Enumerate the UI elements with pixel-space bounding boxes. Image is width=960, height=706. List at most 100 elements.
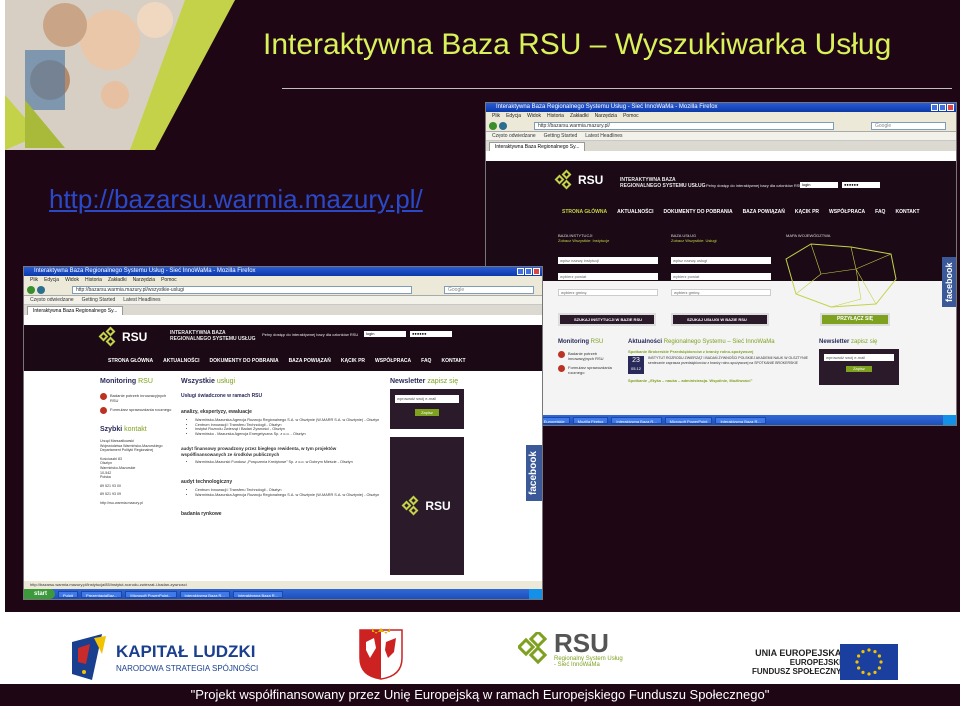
join-button[interactable]: PRZYŁĄCZ SIĘ <box>820 313 890 326</box>
address-input[interactable]: http://bazarsu.warmia.mazury.pl/wszystki… <box>72 286 412 294</box>
minimize-icon[interactable] <box>517 268 524 275</box>
taskbar-item[interactable]: Pulpit <box>58 590 79 598</box>
facebook-tab[interactable]: facebook <box>942 257 956 307</box>
maximize-icon[interactable] <box>525 268 532 275</box>
newsletter-submit-button[interactable]: Zapisz <box>415 409 439 416</box>
address-input[interactable]: http://bazarsu.warmia.mazury.pl/ <box>534 122 834 130</box>
bookmark-item[interactable]: Latest Headlines <box>585 133 622 139</box>
monitoring-item[interactable]: Badanie potrzeb innowacyjnych RSU <box>558 351 620 361</box>
search-input[interactable]: Google <box>871 122 946 130</box>
minimize-icon[interactable] <box>931 104 938 111</box>
back-arrow-icon[interactable] <box>27 286 35 294</box>
bookmark-item[interactable]: Często odwiedzane <box>30 297 74 303</box>
nav-item-baza-powiazan[interactable]: BAZA POWIĄZAŃ <box>743 209 785 215</box>
menu-item[interactable]: Plik <box>30 277 38 283</box>
nav-item-baza-powiazan[interactable]: BAZA POWIĄZAŃ <box>289 358 331 364</box>
site-tagline: Pełny dostęp do interaktywnej bazy dla c… <box>706 183 803 188</box>
taskbar-item[interactable]: Interaktywna Baza R... <box>715 416 766 424</box>
provider-link[interactable]: Warmińsko - Mazurska Agencja Energetyczn… <box>195 432 381 437</box>
menu-item[interactable]: Pomoc <box>161 277 177 283</box>
taskbar-item[interactable]: Microsoft PowerPoint <box>664 416 713 424</box>
menu-item[interactable]: Edycja <box>506 113 521 119</box>
menu-item[interactable]: Widok <box>65 277 79 283</box>
news-title-link[interactable]: Spotkanie „Etyka – nauka – administracja… <box>628 378 813 383</box>
search-institution-button[interactable]: SZUKAJ INSTYTUCJI W BAZIE RSU <box>558 313 656 326</box>
menu-item[interactable]: Zakładki <box>108 277 127 283</box>
provider-link[interactable]: Warmińsko-Mazurska Agencja Rozwoju Regio… <box>195 493 381 498</box>
password-input[interactable]: ●●●●●● <box>410 331 452 337</box>
news-title-link[interactable]: Spotkanie Brokerskie Przedsiębiorców z b… <box>628 349 813 354</box>
gmina-select[interactable]: wybierz gminę <box>558 289 658 296</box>
website-link[interactable]: http://bazarsu.warmia.mazury.pl/ <box>49 184 423 215</box>
powiat-select[interactable]: wybierz powiat <box>671 273 771 280</box>
rsu-banner[interactable]: RSU <box>390 437 464 575</box>
menu-item[interactable]: Widok <box>527 113 541 119</box>
nav-item-strona-glowna[interactable]: STRONA GŁÓWNA <box>108 358 153 364</box>
nav-item-aktualnosci[interactable]: AKTUALNOŚCI <box>617 209 653 215</box>
nav-item-dokumenty[interactable]: DOKUMENTY DO POBRANIA <box>663 209 732 215</box>
region-map-image[interactable] <box>781 239 901 309</box>
search-input[interactable]: Google <box>444 286 534 294</box>
taskbar-item[interactable]: Interaktywna Baza R... <box>611 416 662 424</box>
taskbar-item[interactable]: Mozilla Firefox <box>572 416 609 424</box>
menu-item[interactable]: Historia <box>85 277 102 283</box>
provider-link[interactable]: Warmińsko-Mazurski Fundusz „Poręczenia K… <box>195 460 381 465</box>
nav-item-faq[interactable]: FAQ <box>875 209 885 215</box>
nav-item-kontakt[interactable]: KONTAKT <box>895 209 919 215</box>
nav-item-faq[interactable]: FAQ <box>421 358 431 364</box>
menu-item[interactable]: Edycja <box>44 277 59 283</box>
powiat-select[interactable]: wybierz powiat <box>558 273 658 280</box>
rsu-logo[interactable]: RSU <box>98 326 147 347</box>
menu-item[interactable]: Narzędzia <box>595 113 618 119</box>
forward-arrow-icon[interactable] <box>37 286 45 294</box>
institution-search-input[interactable]: wpisz nazwę instytucji <box>558 257 658 264</box>
menu-item[interactable]: Plik <box>492 113 500 119</box>
menu-item[interactable]: Narzędzia <box>133 277 156 283</box>
browser-tab[interactable]: Interaktywna Baza Regionalnego Sy... <box>27 306 124 315</box>
nav-item-dokumenty[interactable]: DOKUMENTY DO POBRANIA <box>209 358 278 364</box>
password-input[interactable]: ●●●●●● <box>842 182 880 188</box>
monitoring-item[interactable]: Badanie potrzeb innowacyjnych RSU <box>100 393 172 403</box>
login-input[interactable]: login <box>364 331 406 337</box>
nav-item-kontakt[interactable]: KONTAKT <box>441 358 465 364</box>
bookmark-item[interactable]: Latest Headlines <box>123 297 160 303</box>
contact-website-link[interactable]: http://rsu.warmia.mazury.pl <box>100 501 172 506</box>
browser-tab[interactable]: Interaktywna Baza Regionalnego Sy... <box>489 142 586 151</box>
nav-item-wspolpraca[interactable]: WSPÓŁPRACA <box>829 209 865 215</box>
forward-arrow-icon[interactable] <box>499 122 507 130</box>
newsletter-email-input[interactable]: wprowadź swój e-mail <box>395 395 459 403</box>
close-icon[interactable] <box>533 268 540 275</box>
monitoring-item[interactable]: Formularz sprawozdania rocznego <box>558 365 620 375</box>
search-service-button[interactable]: SZUKAJ USŁUGI W BAZIE RSU <box>671 313 769 326</box>
taskbar-item[interactable]: Interaktywna Baza R... <box>179 590 230 598</box>
gmina-select[interactable]: wybierz gminę <box>671 289 771 296</box>
bookmark-item[interactable]: Często odwiedzane <box>492 133 536 139</box>
nav-item-aktualnosci[interactable]: AKTUALNOŚCI <box>163 358 199 364</box>
back-arrow-icon[interactable] <box>489 122 497 130</box>
menu-item[interactable]: Zakładki <box>570 113 589 119</box>
newsletter-submit-button[interactable]: Zapisz <box>846 366 872 372</box>
view-all-link[interactable]: Zobacz Wszystkie: Usługi <box>671 238 717 243</box>
nav-item-strona-glowna[interactable]: STRONA GŁÓWNA <box>562 209 607 215</box>
menu-item[interactable]: Pomoc <box>623 113 639 119</box>
bookmark-item[interactable]: Getting Started <box>544 133 578 139</box>
monitoring-item[interactable]: Formularz sprawozdania rocznego <box>100 407 172 414</box>
maximize-icon[interactable] <box>939 104 946 111</box>
taskbar-item[interactable]: Microsoft PowerPoint... <box>125 590 177 598</box>
rsu-logo[interactable]: RSU <box>554 169 603 190</box>
service-search-input[interactable]: wpisz nazwę usługi <box>671 257 771 264</box>
taskbar-item[interactable]: PrezentacjaBaz... <box>81 590 123 598</box>
login-input[interactable]: login <box>800 182 838 188</box>
start-button[interactable]: start <box>24 589 56 599</box>
view-all-link[interactable]: Zobacz Wszystkie: Instytucje <box>558 238 609 243</box>
facebook-tab[interactable]: facebook <box>526 445 542 501</box>
provider-link[interactable]: Warmińsko-Mazurska Agencja Rozwoju Regio… <box>195 418 381 423</box>
nav-item-wspolpraca[interactable]: WSPÓŁPRACA <box>375 358 411 364</box>
close-icon[interactable] <box>947 104 954 111</box>
taskbar-item[interactable]: Interaktywna Baza R... <box>232 590 284 598</box>
bookmark-item[interactable]: Getting Started <box>82 297 116 303</box>
nav-item-kacik-pr[interactable]: KĄCIK PR <box>341 358 365 364</box>
menu-item[interactable]: Historia <box>547 113 564 119</box>
newsletter-email-input[interactable]: wprowadź swój e-mail <box>824 354 894 361</box>
nav-item-kacik-pr[interactable]: KĄCIK PR <box>795 209 819 215</box>
